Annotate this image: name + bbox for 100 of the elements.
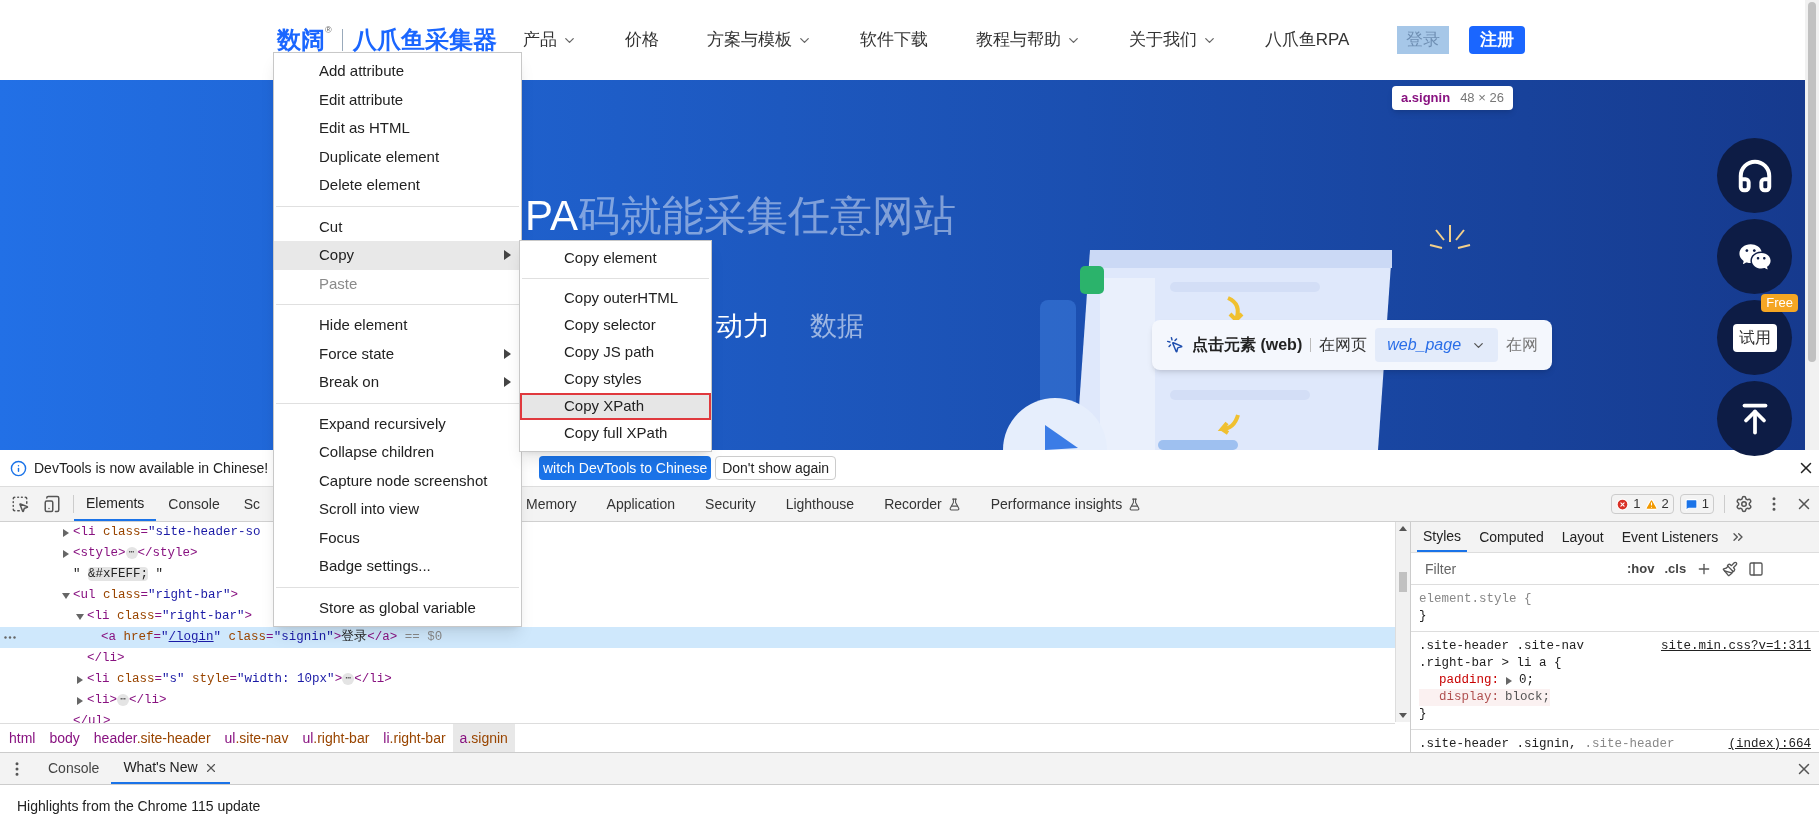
- action-label: 点击元素 (web): [1192, 335, 1303, 355]
- dom-row[interactable]: <style> ⋯ </style>: [0, 543, 198, 564]
- code-line: <li class="s" style="width: 10px"> ⋯ </li>: [87, 671, 392, 688]
- nav-link[interactable]: 方案与模板: [706, 27, 812, 53]
- menu-item[interactable]: Force state: [274, 339, 521, 368]
- panel-scrollbar[interactable]: [1395, 522, 1410, 722]
- breadcrumb[interactable]: ul.site-nav: [217, 724, 296, 752]
- logo[interactable]: 数阔® 八爪鱼采集器: [277, 22, 497, 58]
- menu-item[interactable]: Hide element: [274, 311, 521, 340]
- free-badge: Free: [1761, 294, 1798, 312]
- breadcrumb[interactable]: ul.right-bar: [295, 724, 377, 752]
- logo-product: 八爪鱼采集器: [352, 25, 497, 55]
- menu-item[interactable]: Copy XPath: [520, 393, 711, 420]
- expand-toggle-icon[interactable]: [62, 528, 70, 537]
- devtools-tab[interactable]: Elements: [74, 487, 157, 521]
- expand-toggle-icon[interactable]: [62, 549, 70, 558]
- breadcrumb[interactable]: li.right-bar: [376, 724, 453, 752]
- menu-item[interactable]: Copy element: [520, 245, 711, 272]
- dom-row[interactable]: <a href="/login" class="signin">登录</a> == $0: [0, 627, 1395, 648]
- dom-row[interactable]: <li class="right-bar">: [0, 606, 253, 627]
- menu-item[interactable]: Break on: [274, 368, 521, 397]
- more-icon[interactable]: [4, 636, 16, 639]
- menu-item[interactable]: Copy full XPath: [520, 420, 711, 447]
- nav-link[interactable]: 价格: [624, 27, 659, 53]
- menu-item[interactable]: Scroll into view: [274, 495, 521, 524]
- dom-row[interactable]: <ul class="right-bar">: [0, 585, 239, 606]
- style-toggle[interactable]: .cls: [1664, 558, 1687, 579]
- nav-link[interactable]: 软件下载: [859, 27, 928, 53]
- menu-item[interactable]: Cut: [274, 212, 521, 241]
- message-counter[interactable]: 1: [1679, 494, 1714, 514]
- devtools-tab[interactable]: Application: [606, 487, 676, 521]
- menu-item[interactable]: Copy outerHTML: [520, 285, 711, 312]
- nav-link[interactable]: 教程与帮助: [975, 27, 1081, 53]
- nav-link[interactable]: 八爪鱼RPA: [1264, 27, 1350, 53]
- expand-toggle-icon[interactable]: [62, 591, 70, 600]
- devtools-tab[interactable]: Console: [156, 487, 232, 521]
- css-declaration[interactable]: padding: 0;: [1419, 672, 1535, 689]
- style-toggle[interactable]: :hov: [1627, 558, 1655, 579]
- code-line: <li> ⋯ </li>: [87, 692, 167, 709]
- trial-label: 试用: [1732, 323, 1777, 352]
- menu-item[interactable]: Badge settings...: [274, 552, 521, 581]
- breadcrumb[interactable]: header.site-header: [86, 724, 218, 752]
- device-icon[interactable]: [43, 495, 61, 513]
- menu-item[interactable]: Edit attribute: [274, 85, 521, 114]
- menu-item[interactable]: Store as global variable: [274, 593, 521, 622]
- menu-item[interactable]: Duplicate element: [274, 142, 521, 171]
- menu-item[interactable]: Copy styles: [520, 366, 711, 393]
- dismiss-button[interactable]: Don't show again: [715, 456, 837, 480]
- nav-link[interactable]: 产品: [522, 27, 577, 53]
- expand-toggle-icon[interactable]: [1505, 676, 1513, 685]
- dom-row[interactable]: <li> ⋯ </li>: [0, 690, 167, 711]
- switch-language-button[interactable]: witch DevTools to Chinese: [539, 456, 712, 480]
- menu-item[interactable]: Focus: [274, 523, 521, 552]
- menu-item[interactable]: Expand recursively: [274, 409, 521, 438]
- sidebar-tab[interactable]: Styles: [1417, 522, 1468, 552]
- dom-row[interactable]: <li class="site-header-so: [0, 522, 261, 543]
- issue-counter[interactable]: 1 2: [1611, 494, 1674, 514]
- panel-icon[interactable]: [1748, 560, 1765, 577]
- sidebar-tab[interactable]: Event Listeners: [1615, 522, 1725, 552]
- source-link[interactable]: site.min.css?v=1:311: [1660, 638, 1811, 655]
- source-link[interactable]: (index):664: [1728, 736, 1811, 752]
- menu-item[interactable]: Add attribute: [274, 57, 521, 86]
- devtools-tab[interactable]: Lighthouse: [785, 487, 855, 521]
- menu-item[interactable]: Delete element: [274, 171, 521, 200]
- scroll-down-icon[interactable]: [1399, 713, 1407, 718]
- nav-link[interactable]: 关于我们: [1128, 27, 1217, 53]
- info-icon: [10, 459, 27, 477]
- breadcrumb[interactable]: html: [2, 724, 43, 752]
- brush-icon[interactable]: [1722, 560, 1739, 577]
- inspect-icon[interactable]: [11, 495, 29, 513]
- settings-icon[interactable]: [1735, 495, 1753, 513]
- css-declaration[interactable]: display: block;: [1419, 689, 1551, 706]
- drawer-tab[interactable]: Console: [36, 753, 112, 784]
- expand-toggle-icon[interactable]: [76, 675, 84, 684]
- dom-row[interactable]: <li class="s" style="width: 10px"> ⋯ </li>: [0, 669, 392, 690]
- menu-item[interactable]: Copy selector: [520, 312, 711, 339]
- devtools-tab[interactable]: Recorder: [884, 487, 961, 521]
- devtools-tab[interactable]: Sc: [231, 487, 261, 521]
- breadcrumb[interactable]: body: [42, 724, 87, 752]
- devtools-tab[interactable]: Security: [705, 487, 756, 521]
- menu-item[interactable]: Copy: [274, 241, 521, 270]
- sidebar-tab[interactable]: Computed: [1473, 522, 1550, 552]
- dom-row[interactable]: " &#xFEFF; ": [0, 564, 164, 585]
- sidebar-tab[interactable]: Layout: [1555, 522, 1610, 552]
- breadcrumb[interactable]: a.signin: [452, 724, 515, 752]
- menu-item[interactable]: Edit as HTML: [274, 114, 521, 143]
- scrollbar-thumb[interactable]: [1399, 572, 1407, 592]
- devtools-tab[interactable]: Memory: [526, 487, 577, 521]
- code-line: <ul class="right-bar">: [73, 587, 239, 604]
- menu-item[interactable]: Copy JS path: [520, 339, 711, 366]
- register-button[interactable]: 注册: [1469, 26, 1526, 54]
- menu-item[interactable]: Capture node screenshot: [274, 466, 521, 495]
- drawer-tab[interactable]: What's New: [111, 753, 230, 784]
- page-scrollbar[interactable]: [1805, 0, 1819, 450]
- menu-item[interactable]: Collapse children: [274, 438, 521, 467]
- tooltip-size: 48 × 26: [1460, 89, 1504, 108]
- scroll-up-icon[interactable]: [1399, 526, 1407, 531]
- expand-toggle-icon[interactable]: [76, 612, 84, 621]
- devtools-tab[interactable]: Performance insights: [990, 487, 1142, 521]
- expand-toggle-icon[interactable]: [76, 696, 84, 705]
